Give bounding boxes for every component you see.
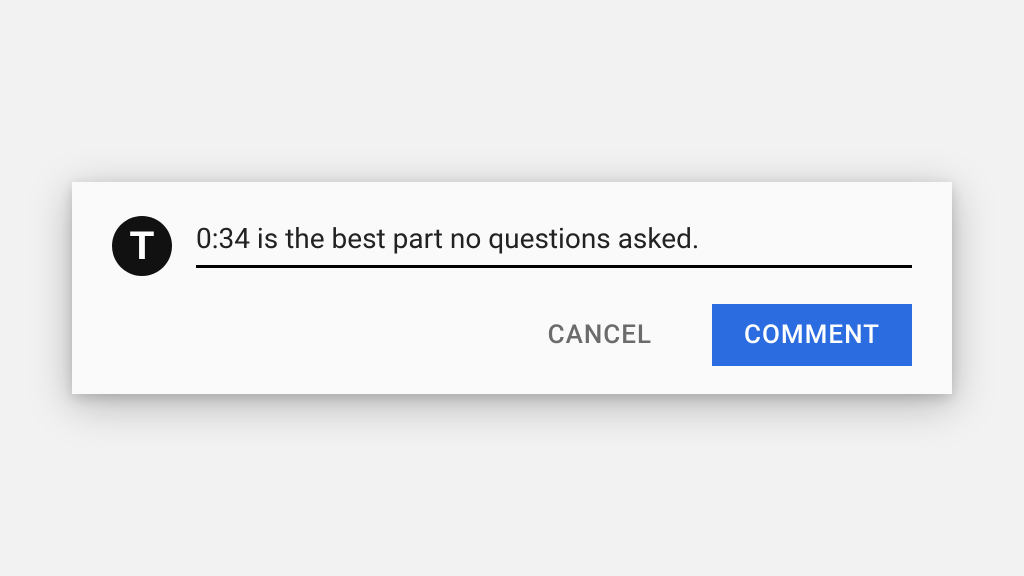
cancel-button[interactable]: CANCEL (516, 304, 684, 366)
avatar-letter: T (130, 224, 154, 269)
compose-row: T (112, 222, 912, 276)
comment-input[interactable] (196, 222, 912, 268)
avatar[interactable]: T (112, 216, 172, 276)
comment-input-wrap (196, 222, 912, 268)
comment-button[interactable]: COMMENT (712, 304, 912, 366)
comment-compose-box: T CANCEL COMMENT (72, 182, 952, 394)
action-row: CANCEL COMMENT (112, 304, 912, 366)
